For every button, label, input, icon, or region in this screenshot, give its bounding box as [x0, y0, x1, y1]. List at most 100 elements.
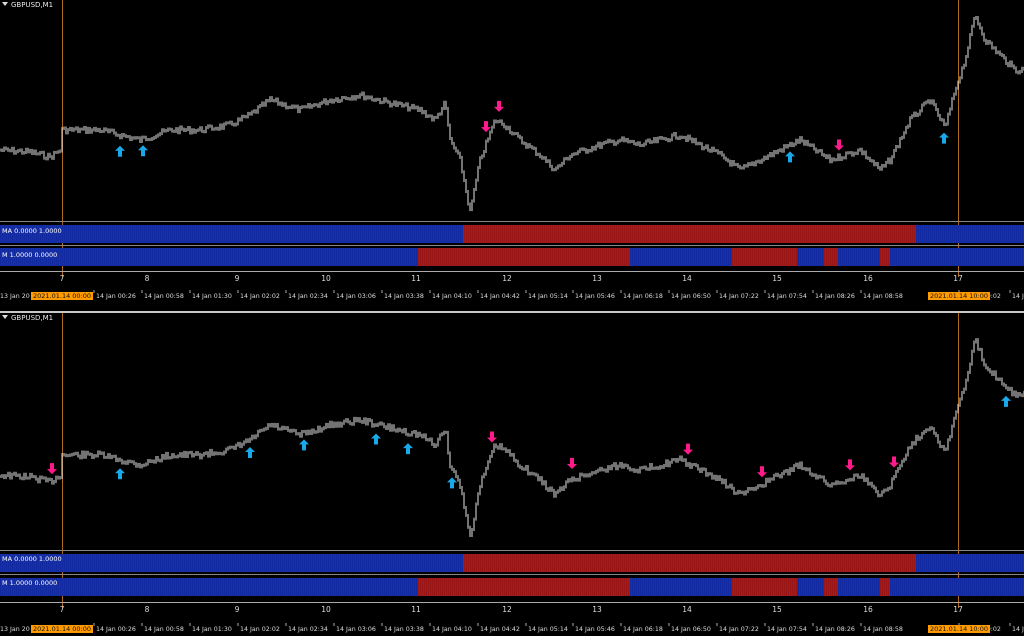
day-number: 8 — [145, 605, 150, 614]
sell-arrow-icon[interactable] — [845, 459, 855, 471]
sell-arrow-icon[interactable] — [683, 443, 693, 455]
time-tick-label: 14 Jan 04:42 — [480, 293, 520, 300]
buy-arrow-icon[interactable] — [403, 443, 413, 455]
sell-arrow-icon[interactable] — [567, 457, 577, 469]
m-indicator-bearish-zone — [418, 248, 630, 266]
buy-arrow-icon[interactable] — [115, 468, 125, 480]
time-tick-label: 14 Jan 01:30 — [192, 626, 232, 633]
time-tick-label: 14 Jan 06:50 — [671, 293, 711, 300]
day-number: 16 — [863, 605, 873, 614]
time-tick-label: 14 J — [1012, 626, 1024, 633]
crosshair-time-left: 2021.01.14 00:00 — [31, 292, 94, 300]
time-axis[interactable] — [0, 602, 1024, 603]
chart-window-top[interactable]: GBPUSD,M1 7 8 9 10 11 12 13 14 15 16 17 13 Jan 20 14… — [0, 0, 1024, 311]
day-number: 14 — [682, 605, 692, 614]
time-tick-label: 14 Jan 07:54 — [767, 293, 807, 300]
time-tick-label: 14 Jan 04:10 — [432, 293, 472, 300]
buy-arrow-icon[interactable] — [245, 446, 255, 458]
time-tick-label: 14 Jan 02:34 — [288, 626, 328, 633]
price-series — [0, 338, 1024, 538]
m-indicator-bearish-zone — [824, 248, 838, 266]
day-number: 13 — [592, 605, 602, 614]
sell-arrow-icon[interactable] — [889, 456, 899, 468]
day-number: 12 — [502, 274, 512, 283]
time-tick-label: 14 Jan 07:22 — [719, 626, 759, 633]
buy-arrow-icon[interactable] — [785, 151, 795, 163]
day-number: 10 — [321, 274, 331, 283]
time-tick-label: 14 Jan 06:50 — [671, 626, 711, 633]
crosshair-time-left: 2021.01.14 00:00 — [31, 625, 94, 633]
time-tick-label: 14 Jan 00:26 — [96, 626, 136, 633]
time-tick-label: 13 Jan 20 — [0, 293, 30, 300]
time-tick-label: 14 Jan 05:46 — [575, 626, 615, 633]
m-indicator-label: M 1.0000 0.0000 — [2, 579, 58, 587]
chart-window-bottom[interactable]: GBPUSD,M1 7 8 9 10 11 12 13 14 15 16 17 13 Jan 20 14… — [0, 313, 1024, 636]
time-tick-label: 14 Jan 08:58 — [863, 626, 903, 633]
time-tick-label: 14 Jan 02:34 — [288, 293, 328, 300]
panel-divider[interactable] — [0, 550, 1024, 551]
time-tick-label: 14 Jan 01:30 — [192, 293, 232, 300]
m-indicator-bearish-zone — [418, 578, 630, 596]
ma-indicator-bearish-zone — [463, 225, 916, 243]
day-number: 10 — [321, 605, 331, 614]
time-tick-label: 14 Jan 00:26 — [96, 293, 136, 300]
price-chart[interactable]: 7 8 9 10 11 12 13 14 15 16 17 13 Jan 20 14 Jan 00:26… — [0, 0, 1024, 311]
sell-arrow-icon[interactable] — [494, 100, 504, 112]
time-tick-label: 14 Jan 08:58 — [863, 293, 903, 300]
buy-arrow-icon[interactable] — [115, 145, 125, 157]
buy-arrow-icon[interactable] — [939, 132, 949, 144]
time-tick-label: 14 Jan 05:14 — [528, 626, 568, 633]
price-chart[interactable]: 7 8 9 10 11 12 13 14 15 16 17 13 Jan 20 14 Jan 00:26… — [0, 313, 1024, 636]
time-tick-label: 14 Jan 02:02 — [240, 293, 280, 300]
buy-arrow-icon[interactable] — [138, 145, 148, 157]
day-number: 13 — [592, 274, 602, 283]
day-number: 17 — [953, 274, 963, 283]
time-tick-label: 14 Jan 07:22 — [719, 293, 759, 300]
buy-arrow-icon[interactable] — [299, 439, 309, 451]
crosshair-time-right: 2021.01.14 10:00 — [928, 292, 991, 300]
time-tick-label: 14 Jan 03:06 — [336, 626, 376, 633]
day-number: 7 — [60, 605, 65, 614]
sell-arrow-icon[interactable] — [834, 139, 844, 151]
m-indicator-label: M 1.0000 0.0000 — [2, 251, 58, 259]
time-tick-label: 14 Jan 04:10 — [432, 626, 472, 633]
buy-arrow-icon[interactable] — [1001, 395, 1011, 407]
buy-arrow-icon[interactable] — [371, 433, 381, 445]
panel-divider[interactable] — [0, 221, 1024, 222]
time-tick-label: 14 Jan 07:54 — [767, 626, 807, 633]
time-tick-label: 14 Jan 03:38 — [384, 293, 424, 300]
day-number: 8 — [145, 274, 150, 283]
time-tick-label: 14 Jan 02:02 — [240, 626, 280, 633]
m-indicator-bearish-zone — [824, 578, 838, 596]
day-number: 7 — [60, 274, 65, 283]
sell-arrow-icon[interactable] — [487, 431, 497, 443]
price-series — [0, 16, 1024, 212]
sell-arrow-icon[interactable] — [47, 463, 57, 475]
day-number: 17 — [953, 605, 963, 614]
time-tick-label: 14 Jan 04:42 — [480, 626, 520, 633]
time-tick-label: 14 Jan 08:26 — [815, 626, 855, 633]
time-axis[interactable] — [0, 271, 1024, 272]
day-number: 16 — [863, 274, 873, 283]
ma-indicator-bearish-zone — [463, 554, 916, 572]
time-tick-label: 14 Jan 05:46 — [575, 293, 615, 300]
time-tick-label: 14 Jan 00:58 — [144, 626, 184, 633]
sell-arrow-icon[interactable] — [757, 466, 767, 478]
buy-arrow-icon[interactable] — [447, 477, 457, 489]
time-tick-label: 14 Jan 08:26 — [815, 293, 855, 300]
day-number: 9 — [235, 605, 240, 614]
ma-indicator-label: MA 0.0000 1.0000 — [2, 555, 62, 563]
time-tick-label: 14 Jan 03:38 — [384, 626, 424, 633]
day-number: 14 — [682, 274, 692, 283]
time-tick-label: 13 Jan 20 — [0, 626, 30, 633]
crosshair-time-right: 2021.01.14 10:00 — [928, 625, 991, 633]
time-tick-label: 14 Jan 06:18 — [623, 293, 663, 300]
time-tick-label: 14 J — [1012, 293, 1024, 300]
day-number: 12 — [502, 605, 512, 614]
day-number: 11 — [411, 605, 421, 614]
day-number: 15 — [772, 274, 782, 283]
panel-divider[interactable] — [0, 245, 1024, 246]
day-number: 11 — [411, 274, 421, 283]
panel-divider[interactable] — [0, 574, 1024, 575]
time-tick-label: 14 Jan 06:18 — [623, 626, 663, 633]
